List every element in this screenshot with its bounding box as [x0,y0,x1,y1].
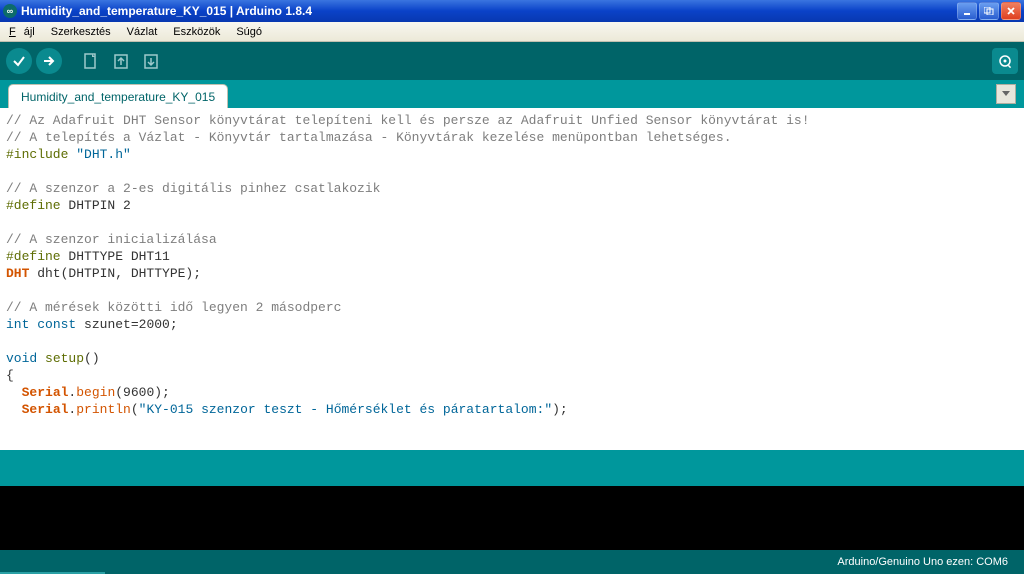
code-token: ); [552,402,568,417]
maximize-icon [984,7,994,15]
new-file-icon [82,52,100,70]
code-token: "KY-015 szenzor teszt - Hőmérséklet és p… [139,402,552,417]
code-editor[interactable]: // Az Adafruit DHT Sensor könyvtárat tel… [0,108,1024,450]
code-token: #define [6,198,61,213]
arrow-right-icon [42,54,56,68]
board-port-label: Arduino/Genuino Uno ezen: COM6 [837,556,1008,568]
minimize-icon [963,7,971,15]
close-button[interactable] [1001,2,1021,20]
arduino-icon: ∞ [3,4,17,18]
new-button[interactable] [78,48,104,74]
titlebar: ∞ Humidity_and_temperature_KY_015 | Ardu… [0,0,1024,22]
minimize-button[interactable] [957,2,977,20]
arrow-up-icon [112,52,130,70]
menu-sketch[interactable]: Vázlat [123,24,162,40]
console-header [0,450,1024,486]
code-token: { [6,368,14,383]
code-token: dht(DHTPIN, DHTTYPE); [29,266,201,281]
status-bar: Arduino/Genuino Uno ezen: COM6 [0,550,1024,574]
code-token: #include [6,147,68,162]
maximize-button[interactable] [979,2,999,20]
menu-file[interactable]: Fájl [5,24,39,40]
code-token: int [6,317,29,332]
tab-menu-button[interactable] [996,84,1016,104]
code-line: // A szenzor inicializálása [6,232,217,247]
code-token: () [84,351,100,366]
code-line: // Az Adafruit DHT Sensor könyvtárat tel… [6,113,810,128]
editor-area: // Az Adafruit DHT Sensor könyvtárat tel… [0,108,1024,450]
chevron-down-icon [1002,91,1010,97]
code-token: "DHT.h" [68,147,130,162]
code-token: begin [76,385,115,400]
arrow-down-icon [142,52,160,70]
code-token [6,402,22,417]
menu-tools[interactable]: Eszközök [169,24,224,40]
open-button[interactable] [108,48,134,74]
menu-help[interactable]: Súgó [232,24,266,40]
code-line: // A telepítés a Vázlat - Könyvtár tarta… [6,130,732,145]
window-controls [957,2,1021,20]
code-token: (9600); [115,385,170,400]
code-token: DHTTYPE DHT11 [61,249,170,264]
code-token: const [37,317,76,332]
toolbar [0,42,1024,80]
verify-button[interactable] [6,48,32,74]
serial-monitor-button[interactable] [992,48,1018,74]
window-title: Humidity_and_temperature_KY_015 | Arduin… [21,4,957,18]
upload-button[interactable] [36,48,62,74]
code-token: DHT [6,266,29,281]
code-token: szunet=2000; [76,317,177,332]
menu-edit[interactable]: Szerkesztés [47,24,115,40]
tab-strip: Humidity_and_temperature_KY_015 [0,80,1024,108]
code-token [6,385,22,400]
close-icon [1007,7,1015,15]
save-button[interactable] [138,48,164,74]
code-token: void [6,351,37,366]
code-line: // A szenzor a 2-es digitális pinhez csa… [6,181,380,196]
code-token: setup [45,351,84,366]
check-icon [12,54,26,68]
code-token: DHTPIN 2 [61,198,131,213]
code-line: // A mérések közötti idő legyen 2 másodp… [6,300,341,315]
code-token: println [76,402,131,417]
code-token: Serial [22,385,69,400]
code-token: ( [131,402,139,417]
console-output[interactable] [0,486,1024,550]
menubar: Fájl Szerkesztés Vázlat Eszközök Súgó [0,22,1024,42]
code-token [37,351,45,366]
code-token: Serial [22,402,69,417]
code-token: #define [6,249,61,264]
tab-sketch[interactable]: Humidity_and_temperature_KY_015 [8,84,228,108]
serial-icon [997,53,1013,69]
